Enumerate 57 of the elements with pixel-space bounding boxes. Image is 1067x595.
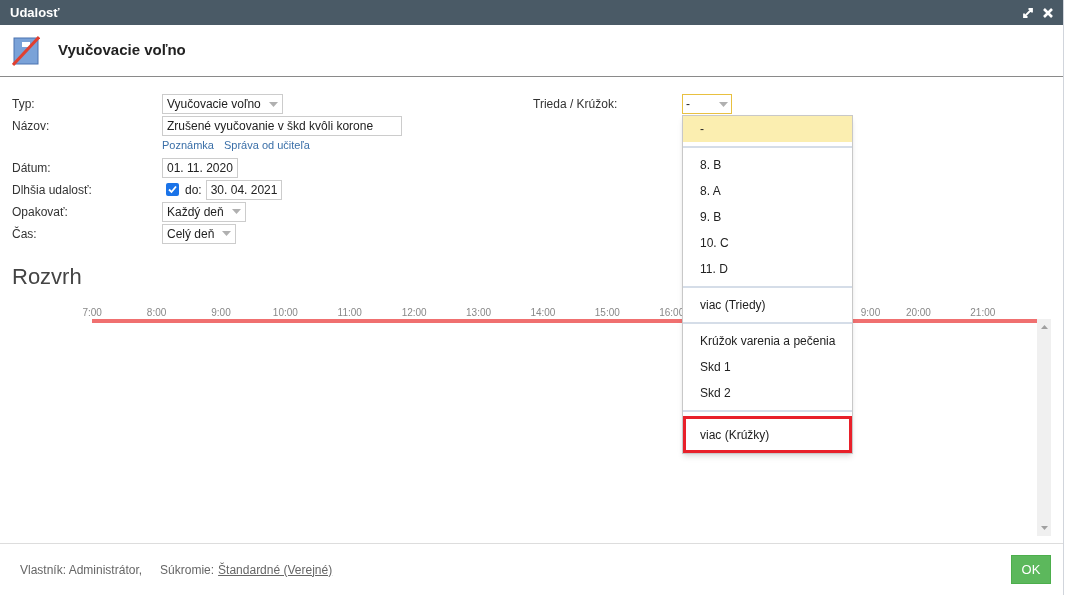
field-label: Trieda / Krúžok: (533, 96, 619, 113)
hour-label: 20:00 (904, 305, 932, 319)
privacy-label: Súkromie: (160, 561, 215, 579)
menu-item[interactable]: Skd 2 (683, 380, 852, 406)
link[interactable]: Správa od učiteľa (224, 137, 310, 154)
menu-item[interactable]: 9. B (683, 204, 852, 230)
caret-icon (719, 101, 728, 107)
caret-icon (231, 209, 241, 214)
input-field[interactable]: 01. 11. 2020 (162, 157, 238, 178)
book-icon (12, 34, 40, 67)
window-title: Udalosť (10, 3, 60, 22)
menu-item[interactable]: - (683, 116, 852, 142)
select-field[interactable]: Každý deň (162, 201, 246, 222)
hour-label: 12:00 (400, 305, 428, 319)
hour-label: 11:00 (336, 305, 363, 319)
select-field[interactable]: - (682, 94, 732, 114)
menu-item[interactable]: 8. B (683, 152, 852, 178)
field-label: do: (185, 181, 202, 199)
menu-item[interactable]: Krúžok varenia a pečenia (683, 328, 852, 354)
field-label: Typ: (12, 96, 36, 113)
input-field[interactable]: Zrušené vyučovanie v škd kvôli korone (162, 116, 402, 136)
input-field[interactable]: 30. 04. 2021 (205, 179, 283, 200)
caret-icon (222, 231, 232, 236)
link[interactable]: Poznámka (162, 137, 214, 154)
privacy-link[interactable]: Štandardné (Verejné) (218, 560, 333, 579)
scroll-down-icon[interactable] (1040, 525, 1048, 530)
menu-item[interactable]: viac (Triedy) (683, 292, 852, 318)
hour-label: 15:00 (593, 305, 621, 319)
close-icon[interactable] (1043, 7, 1053, 18)
caret-icon (268, 101, 278, 107)
scrollbar[interactable] (1037, 318, 1051, 536)
owner-text: Vlastník: Administrátor, (20, 561, 143, 579)
hour-label: 10:00 (271, 305, 299, 319)
field-label: Opakovať: (12, 203, 69, 221)
hour-label: 9:00 (859, 305, 882, 319)
select-field[interactable]: Celý deň (162, 223, 237, 244)
menu-item[interactable]: Skd 1 (683, 354, 852, 380)
menu-item[interactable]: 10. C (683, 230, 852, 256)
hour-label: 21:00 (969, 305, 997, 319)
hour-label: 8:00 (145, 305, 168, 319)
hour-label: 7:00 (81, 305, 103, 319)
menu-item[interactable]: 11. D (683, 256, 852, 282)
menu-item[interactable]: viac (Krúžky) (683, 416, 852, 453)
scroll-up-icon[interactable] (1040, 324, 1048, 329)
checkbox[interactable] (166, 183, 179, 196)
maximize-icon[interactable] (1023, 7, 1033, 18)
field-label: Dlhšia udalosť: (12, 181, 93, 199)
field-label: Dátum: (12, 159, 52, 177)
field-label: Čas: (12, 225, 38, 243)
section-heading: Rozvrh (12, 262, 82, 291)
field-label: Názov: (12, 118, 51, 135)
dialog-heading: Vyučovacie voľno (58, 40, 186, 61)
select-field[interactable]: Vyučovacie voľno (162, 94, 283, 114)
hour-label: 9:00 (210, 305, 232, 319)
hour-label: 14:00 (529, 305, 557, 319)
menu-item[interactable]: 8. A (683, 178, 852, 204)
hour-label: 13:00 (465, 305, 493, 319)
